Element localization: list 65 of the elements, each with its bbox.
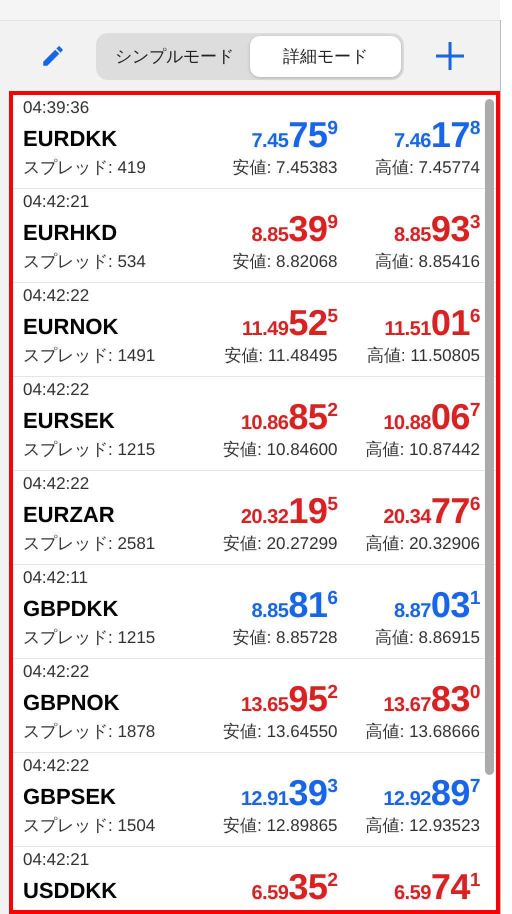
low-label: 安値: 10.84600 xyxy=(222,439,338,461)
symbol-name: GBPNOK xyxy=(23,689,121,717)
bid-price: 7.4575$^{9}$ xyxy=(250,117,338,157)
low-label: 安値: 13.64550 xyxy=(222,721,338,743)
symbol-name: EURNOK xyxy=(23,313,120,341)
scrollbar[interactable] xyxy=(485,99,494,775)
high-label: 高値: 8.85416 xyxy=(374,251,480,273)
ask-price: 8.8703$^{1}$ xyxy=(392,587,480,627)
ask-price: 6.5974$^{1}$ xyxy=(392,869,480,909)
ask-price: 13.6783$^{0}$ xyxy=(382,681,480,721)
symbol-name: GBPSEK xyxy=(23,783,117,811)
add-icon[interactable] xyxy=(434,40,466,72)
spread-label: スプレッド: 1491 xyxy=(23,345,156,367)
quote-time: 04:42:11 xyxy=(23,569,89,587)
ask-price: 20.3477$^{6}$ xyxy=(382,493,480,533)
high-label: 高値: 20.32906 xyxy=(364,533,480,555)
low-label: 安値: 8.85728 xyxy=(232,627,338,649)
spread-label: スプレッド: 1878 xyxy=(23,721,156,743)
ask-price: 8.8593$^{3}$ xyxy=(392,211,480,251)
symbol-name: EURZAR xyxy=(23,501,116,529)
ask-price: 11.5101$^{6}$ xyxy=(383,305,480,345)
high-label: 高値: 13.68666 xyxy=(364,721,480,743)
symbol-name: EURDKK xyxy=(23,125,118,153)
high-label: 高値: 8.86915 xyxy=(374,627,480,649)
quote-time: 04:39:36 xyxy=(23,99,90,117)
spread-label: スプレッド: 1215 xyxy=(23,627,156,649)
low-label: 安値: 11.48495 xyxy=(223,345,338,367)
low-label: 安値: 20.27299 xyxy=(222,533,338,555)
quote-time: 04:42:22 xyxy=(23,381,90,399)
bid-price: 10.8685$^{2}$ xyxy=(240,399,338,439)
spread-label: スプレッド: 2581 xyxy=(23,533,156,555)
quote-time: 04:42:22 xyxy=(23,663,90,681)
bid-price: 6.5935$^{2}$ xyxy=(250,869,338,909)
bid-price: 8.8539$^{9}$ xyxy=(250,211,338,251)
spread-label: スプレッド: 1504 xyxy=(23,815,156,837)
symbol-name: GBPDKK xyxy=(23,595,120,623)
quote-time: 04:42:22 xyxy=(23,757,90,775)
symbol-name: EURHKD xyxy=(23,219,118,247)
high-label: 高値: 11.50805 xyxy=(366,345,480,367)
quote-time: 04:42:21 xyxy=(23,851,90,869)
high-label: 高値: 10.87442 xyxy=(364,439,480,461)
symbol-name: USDDKK xyxy=(23,877,118,905)
ask-price: 10.8806$^{7}$ xyxy=(382,399,480,439)
quote-time: 04:42:22 xyxy=(23,287,90,305)
mode-tab[interactable]: 詳細モード xyxy=(250,36,401,76)
ask-price: 12.9289$^{7}$ xyxy=(382,775,480,815)
ask-price: 7.4617$^{8}$ xyxy=(392,117,480,157)
bid-price: 13.6595$^{2}$ xyxy=(240,681,338,721)
spread-label: スプレッド: 419 xyxy=(23,157,147,179)
quote-time: 04:42:22 xyxy=(23,475,90,493)
quote-row[interactable]: 04:42:21 USDDKK 6.5935$^{2}$ 6.5974$^{1}$ xyxy=(13,847,496,910)
spread-label: スプレッド: 1215 xyxy=(23,439,156,461)
quote-time: 04:42:21 xyxy=(23,193,90,211)
bid-price: 20.3219$^{5}$ xyxy=(240,493,338,533)
spread-label: スプレッド: 534 xyxy=(23,251,147,273)
bid-price: 8.8581$^{6}$ xyxy=(250,587,338,627)
high-label: 高値: 7.45774 xyxy=(374,157,480,179)
mode-tab[interactable]: シンプルモード xyxy=(99,36,250,76)
low-label: 安値: 7.45383 xyxy=(232,157,338,179)
low-label: 安値: 8.82068 xyxy=(232,251,338,273)
low-label: 安値: 12.89865 xyxy=(222,815,338,837)
bid-price: 12.9139$^{3}$ xyxy=(240,775,338,815)
high-label: 高値: 12.93523 xyxy=(364,815,480,837)
bid-price: 11.4952$^{5}$ xyxy=(240,305,338,345)
symbol-name: EURSEK xyxy=(23,407,116,435)
